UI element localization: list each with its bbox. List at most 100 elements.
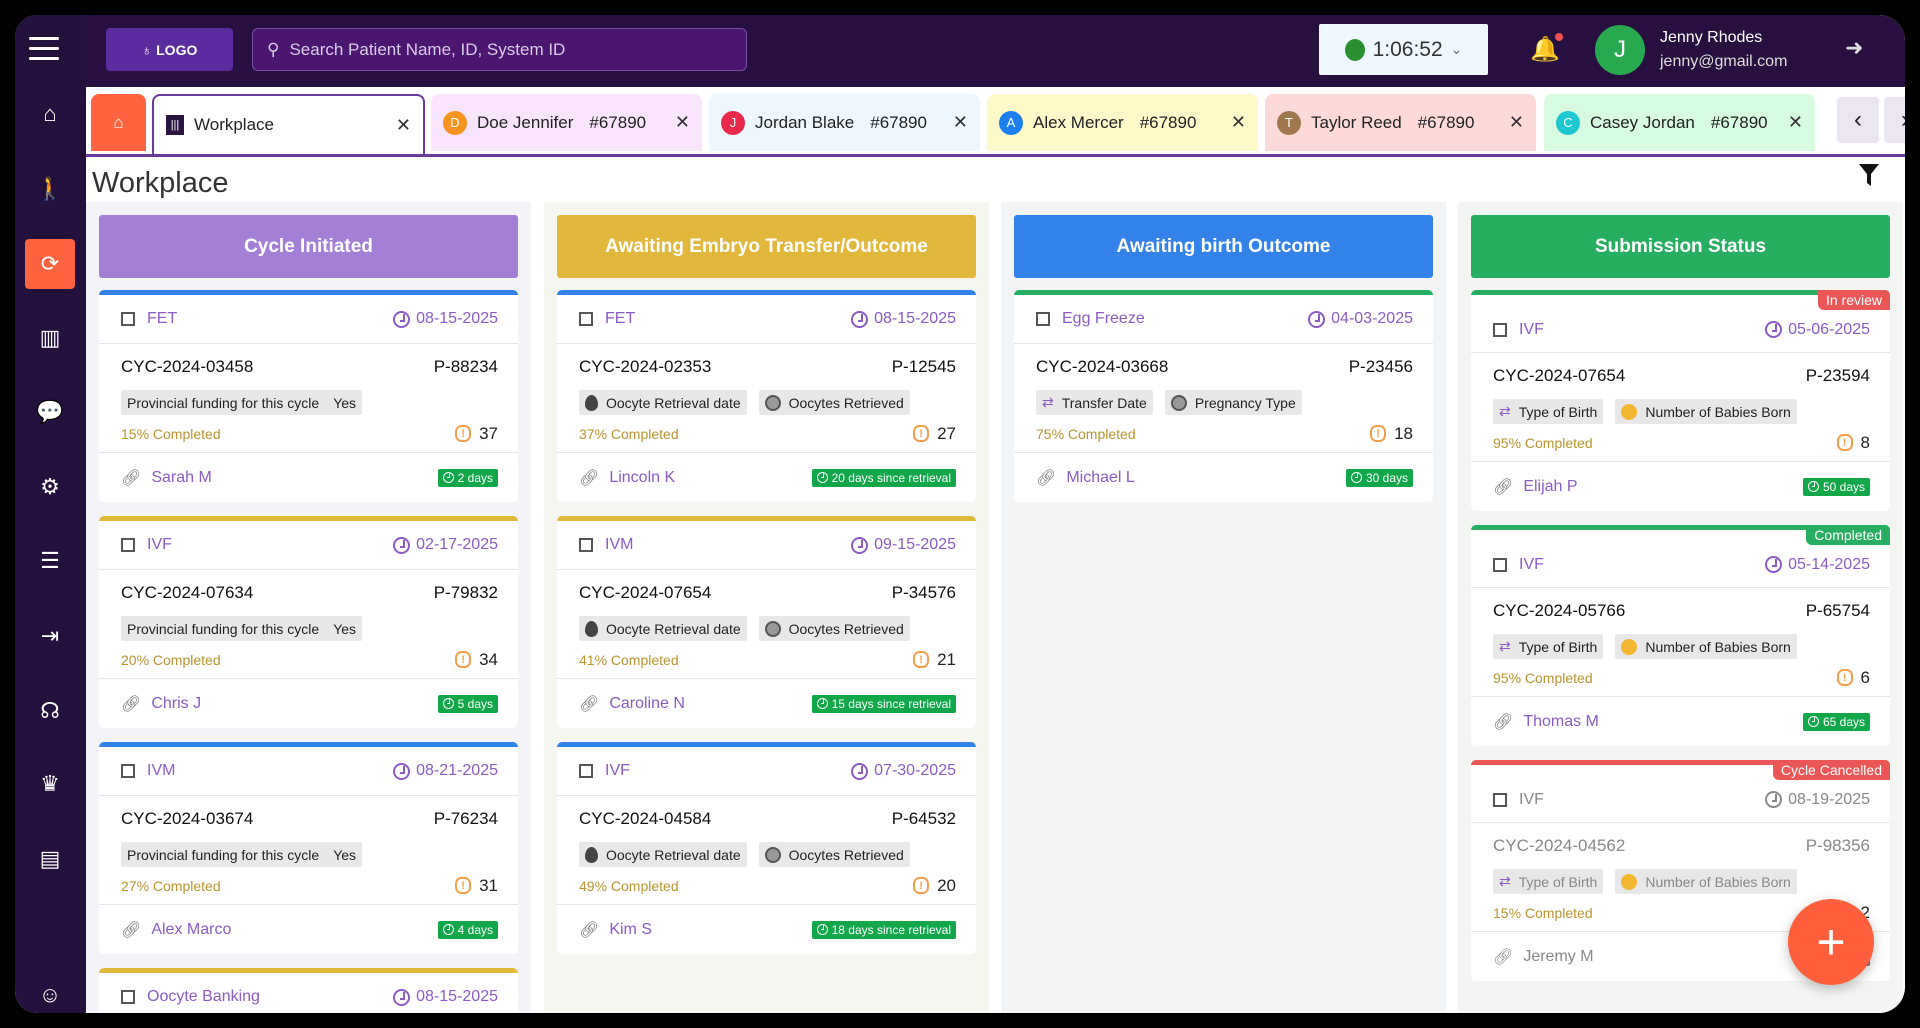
days-text: 20 days since retrieval [832,471,951,485]
cycle-card[interactable]: IVF07-30-2025CYC-2024-04584P-64532Oocyte… [557,742,976,954]
tab-patient[interactable]: JJordan Blake#67890✕ [709,94,980,151]
cycle-card[interactable]: Oocyte Banking08-15-2025 [99,968,518,1013]
tag-label: Pregnancy Type [1195,395,1296,411]
progress-row: 37% Completed!27 [557,415,976,453]
column-header: Awaiting Embryo Transfer/Outcome [557,215,976,278]
notification-bell-icon[interactable]: 🔔 [1530,35,1560,64]
checkbox[interactable] [1493,793,1507,807]
cycle-type: FET [147,310,177,328]
tab-scroll-right-button[interactable]: › [1884,97,1905,143]
tab-patient[interactable]: CCasey Jordan#67890✕ [1544,94,1815,151]
clock-icon [1765,321,1782,338]
filter-icon[interactable] [1858,163,1880,192]
checkbox[interactable] [579,312,593,326]
tag-label: Type of Birth [1519,874,1598,890]
column-header: Awaiting birth Outcome [1014,215,1433,278]
assignee-name[interactable]: Lincoln K [609,469,675,487]
database-icon[interactable]: ☰ [25,536,75,586]
assignee-name[interactable]: Jeremy M [1523,948,1593,966]
card-header-row: FET 08-15-2025 [99,295,518,344]
tab-patient[interactable]: AAlex Mercer#67890✕ [987,94,1258,151]
session-timer[interactable]: 1:06:52⌄ [1319,24,1488,75]
report-icon[interactable]: ▤ [25,834,75,884]
close-icon[interactable]: ✕ [1509,112,1524,133]
user-avatar[interactable]: J [1595,25,1645,75]
assignee-name[interactable]: Elijah P [1523,478,1577,496]
cycle-date: 08-21-2025 [393,762,498,780]
tag-label: Oocytes Retrieved [789,847,904,863]
patient-id: P-98356 [1806,836,1870,856]
checkbox[interactable] [579,764,593,778]
cycle-card[interactable]: Egg Freeze04-03-2025CYC-2024-03668P-2345… [1014,290,1433,502]
checkbox[interactable] [121,764,135,778]
assignee-name[interactable]: Thomas M [1523,713,1599,731]
logout-icon[interactable]: ➜ [1845,35,1863,61]
checkbox[interactable] [1493,558,1507,572]
assignee-name[interactable]: Michael L [1066,469,1134,487]
brand-icon[interactable]: ☺ [25,970,75,1013]
tab-workplace[interactable]: |||Workplace✕ [152,94,425,154]
date-text: 08-19-2025 [1788,791,1870,809]
cycle-card[interactable]: CompletedIVF05-14-2025CYC-2024-05766P-65… [1471,525,1890,746]
assignee-name[interactable]: Chris J [151,695,201,713]
gear-icon[interactable]: ⚙ [25,462,75,512]
checkbox[interactable] [1036,312,1050,326]
assignee-name[interactable]: Caroline N [609,695,685,713]
tab-patient[interactable]: TTaylor Reed#67890✕ [1265,94,1536,151]
close-icon[interactable]: ✕ [1788,112,1803,133]
close-icon[interactable]: ✕ [675,112,690,133]
alert-icon: ! [1837,669,1853,686]
cycle-card[interactable]: IVF02-17-2025CYC-2024-07634P-79832Provin… [99,516,518,728]
alert-icon: ! [455,877,471,894]
egg-icon [585,395,598,411]
checkbox[interactable] [579,538,593,552]
alert-icon: ! [455,425,471,442]
tab-patient[interactable]: DDoe Jennifer#67890✕ [431,94,702,151]
close-icon[interactable]: ✕ [396,115,411,136]
cycle-date: 08-15-2025 [393,310,498,328]
add-button[interactable]: + [1788,899,1874,985]
close-icon[interactable]: ✕ [953,112,968,133]
assignee-name[interactable]: Alex Marco [151,921,231,939]
progress-row: 20% Completed!34 [99,641,518,679]
checkbox[interactable] [121,990,135,1004]
close-icon[interactable]: ✕ [1231,112,1246,133]
field-tag: Pregnancy Type [1165,390,1302,415]
crown-icon[interactable]: ♛ [25,759,75,809]
card-footer: 🔗︎Kim S18 days since retrieval [557,905,976,954]
checkbox[interactable] [121,538,135,552]
cycle-icon[interactable]: ⟳ [25,239,75,289]
search-bar[interactable]: ⚲ [252,28,747,71]
search-input[interactable] [289,40,729,60]
cycle-id: CYC-2024-07654 [579,583,711,603]
cycle-type: IVF [147,536,172,554]
home-icon[interactable]: ⌂ [25,89,75,139]
card-id-row: CYC-2024-02353P-12545 [557,344,976,390]
cycle-card[interactable]: IVM09-15-2025CYC-2024-07654P-34576Oocyte… [557,516,976,728]
tab-scroll-left-button[interactable]: ‹ [1837,97,1879,143]
logo[interactable]: ♁LOGO [106,28,233,71]
assignee-name[interactable]: Sarah M [151,469,211,487]
date-text: 08-15-2025 [874,310,956,328]
menu-icon[interactable] [29,37,59,61]
kanban-column: Submission StatusIn reviewIVF05-06-2025C… [1458,202,1903,1013]
sidebar: ⌂ 🚶 ⟳ ▥ 💬 ⚙ ☰ ⇥ ☊ ♛ ▤ ☺ [15,15,86,1013]
cycle-card[interactable]: In reviewIVF05-06-2025CYC-2024-07654P-23… [1471,290,1890,511]
board-icon[interactable]: ▥ [25,313,75,363]
patient-id: P-23594 [1806,366,1870,386]
checkbox[interactable] [1493,323,1507,337]
cycle-card[interactable]: IVM08-21-2025CYC-2024-03674P-76234Provin… [99,742,518,954]
tab-home[interactable]: ⌂ [91,94,146,151]
cycle-card[interactable]: FET08-15-2025CYC-2024-02353P-12545Oocyte… [557,290,976,502]
assignee-name[interactable]: Kim S [609,921,652,939]
chat-icon[interactable]: 💬 [25,387,75,437]
walk-icon[interactable]: 🚶 [25,164,75,214]
cycle-type: Egg Freeze [1062,310,1145,328]
user-email: jenny@gmail.com [1660,53,1787,71]
checkbox[interactable] [121,312,135,326]
cycle-card[interactable]: FET08-15-2025CYC-2024-03458P-88234Provin… [99,290,518,502]
support-icon[interactable]: ☊ [25,686,75,736]
tag-label: Oocyte Retrieval date [606,395,741,411]
login-icon[interactable]: ⇥ [25,611,75,661]
card-footer: 🔗︎Caroline N15 days since retrieval [557,679,976,728]
